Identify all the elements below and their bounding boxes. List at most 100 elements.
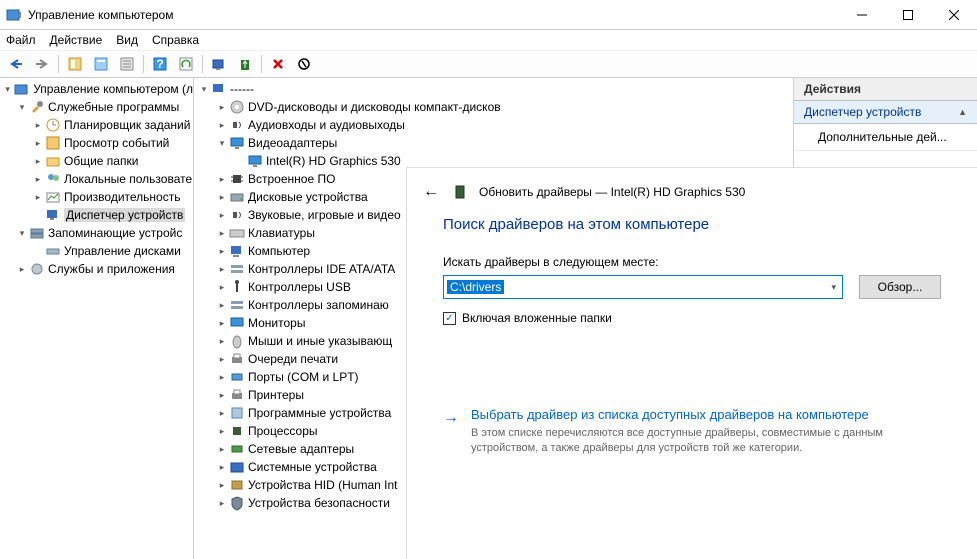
device-label: Клавиатуры [248,226,315,240]
tree-event-viewer[interactable]: ▸Просмотр событий [0,134,193,152]
twisty-closed-icon[interactable]: ▸ [216,479,228,491]
device-root[interactable]: ▾------ [194,80,793,98]
pc-icon [229,243,245,259]
twisty-closed-icon[interactable]: ▸ [216,209,228,221]
collapse-triangle-icon[interactable]: ▲ [958,107,967,117]
tree-task-scheduler[interactable]: ▸Планировщик заданий [0,116,193,134]
menu-help[interactable]: Справка [152,33,199,47]
twisty-closed-icon[interactable]: ▸ [216,461,228,473]
include-subfolders-checkbox[interactable]: ✓ Включая вложенные папки [443,311,941,325]
refresh-button[interactable] [174,53,198,75]
device-label: Порты (COM и LPT) [248,370,359,384]
dialog-back-button[interactable]: ← [419,180,443,204]
menu-file[interactable]: Файл [6,33,36,47]
device-label: Видеоадаптеры [248,136,337,150]
twisty-closed-icon[interactable]: ▸ [216,191,228,203]
twisty-expanded-icon[interactable]: ▾ [198,83,210,95]
close-button[interactable] [931,0,977,30]
nav-forward-button[interactable] [30,53,54,75]
maximize-button[interactable] [885,0,931,30]
minimize-button[interactable] [839,0,885,30]
twisty-expanded-icon[interactable]: ▾ [16,227,28,239]
twisty-closed-icon[interactable]: ▸ [216,371,228,383]
twisty-closed-icon[interactable]: ▸ [216,173,228,185]
twisty-closed-icon[interactable]: ▸ [216,281,228,293]
twisty-closed-icon[interactable]: ▸ [216,425,228,437]
menu-action[interactable]: Действие [50,33,103,47]
folder-share-icon [45,153,61,169]
twisty-expanded-icon[interactable]: ▾ [16,101,28,113]
twisty-closed-icon[interactable]: ▸ [216,407,228,419]
tree-system-tools[interactable]: ▾ Служебные программы [0,98,193,116]
device-label: Intel(R) HD Graphics 530 [266,154,401,168]
update-driver-button[interactable] [233,53,257,75]
storage-icon [229,261,245,277]
twisty-closed-icon[interactable]: ▸ [216,245,228,257]
twisty-closed-icon[interactable]: ▸ [216,317,228,329]
toolbar-separator [202,55,203,73]
tree-shared-folders[interactable]: ▸Общие папки [0,152,193,170]
users-icon [45,171,61,187]
export-button[interactable] [115,53,139,75]
device-category[interactable]: ▸DVD-дисководы и дисководы компакт-диско… [194,98,793,116]
services-icon [29,261,45,277]
uninstall-button[interactable] [266,53,290,75]
twisty-collapsed-icon[interactable]: ▸ [32,173,44,185]
show-hide-tree-button[interactable] [63,53,87,75]
driver-path-combo[interactable]: C:\drivers ▾ [443,275,843,299]
driver-path-value: C:\drivers [447,280,504,294]
computer-mgmt-icon [14,81,30,97]
twisty-open-icon[interactable]: ▾ [216,137,228,149]
hid-icon [229,477,245,493]
menu-view[interactable]: Вид [116,33,138,47]
toolbar-separator [261,55,262,73]
left-nav-tree[interactable]: ▾ Управление компьютером (л ▾ Служебные … [0,78,194,559]
window-title: Управление компьютером [28,8,839,22]
tree-device-manager[interactable]: Диспетчер устройств [0,206,193,224]
disc-icon [229,99,245,115]
browse-button[interactable]: Обзор... [859,275,941,299]
twisty-closed-icon[interactable]: ▸ [216,101,228,113]
scan-hardware-button[interactable] [207,53,231,75]
help-button[interactable]: ? [148,53,172,75]
tree-services-apps[interactable]: ▸Службы и приложения [0,260,193,278]
pick-from-list-link[interactable]: → Выбрать драйвер из списка доступных др… [443,407,941,456]
twisty-closed-icon[interactable]: ▸ [216,227,228,239]
twisty-collapsed-icon[interactable]: ▸ [16,263,28,275]
twisty-closed-icon[interactable]: ▸ [216,299,228,311]
twisty-collapsed-icon[interactable]: ▸ [32,119,44,131]
properties-button[interactable] [89,53,113,75]
twisty-closed-icon[interactable]: ▸ [216,443,228,455]
tree-storage[interactable]: ▾Запоминающие устройс [0,224,193,242]
clock-icon [45,117,61,133]
usb-icon [229,279,245,295]
twisty-closed-icon[interactable]: ▸ [216,335,228,347]
twisty-collapsed-icon[interactable]: ▸ [32,191,44,203]
device-category[interactable]: ▾ Видеоадаптеры [194,134,793,152]
tree-root-computer-mgmt[interactable]: ▾ Управление компьютером (л [0,80,193,98]
device-label: Очереди печати [248,352,338,366]
device-label: Контроллеры USB [248,280,351,294]
twisty-closed-icon[interactable]: ▸ [216,497,228,509]
nav-back-button[interactable] [4,53,28,75]
disable-button[interactable] [292,53,316,75]
actions-more-actions[interactable]: Дополнительные дей... [794,124,977,151]
twisty-closed-icon[interactable]: ▸ [216,389,228,401]
twisty-closed-icon[interactable]: ▸ [216,263,228,275]
display-icon [229,135,245,151]
tree-disk-management[interactable]: Управление дисками [0,242,193,260]
twisty-closed-icon[interactable]: ▸ [216,353,228,365]
twisty-collapsed-icon[interactable]: ▸ [32,137,44,149]
tree-local-users[interactable]: ▸Локальные пользовате [0,170,193,188]
toolbar: ? [0,50,977,78]
chevron-down-icon[interactable]: ▾ [831,282,836,293]
twisty-closed-icon[interactable]: ▸ [216,119,228,131]
toolbar-separator [143,55,144,73]
twisty-expanded-icon[interactable]: ▾ [2,83,13,95]
device-category[interactable]: ▸Аудиовходы и аудиовыходы [194,116,793,134]
actions-header: Действия [794,78,977,101]
twisty-collapsed-icon[interactable]: ▸ [32,155,44,167]
actions-section[interactable]: Диспетчер устройств ▲ [794,101,977,124]
pc-icon [211,81,227,97]
tree-performance[interactable]: ▸Производительность [0,188,193,206]
